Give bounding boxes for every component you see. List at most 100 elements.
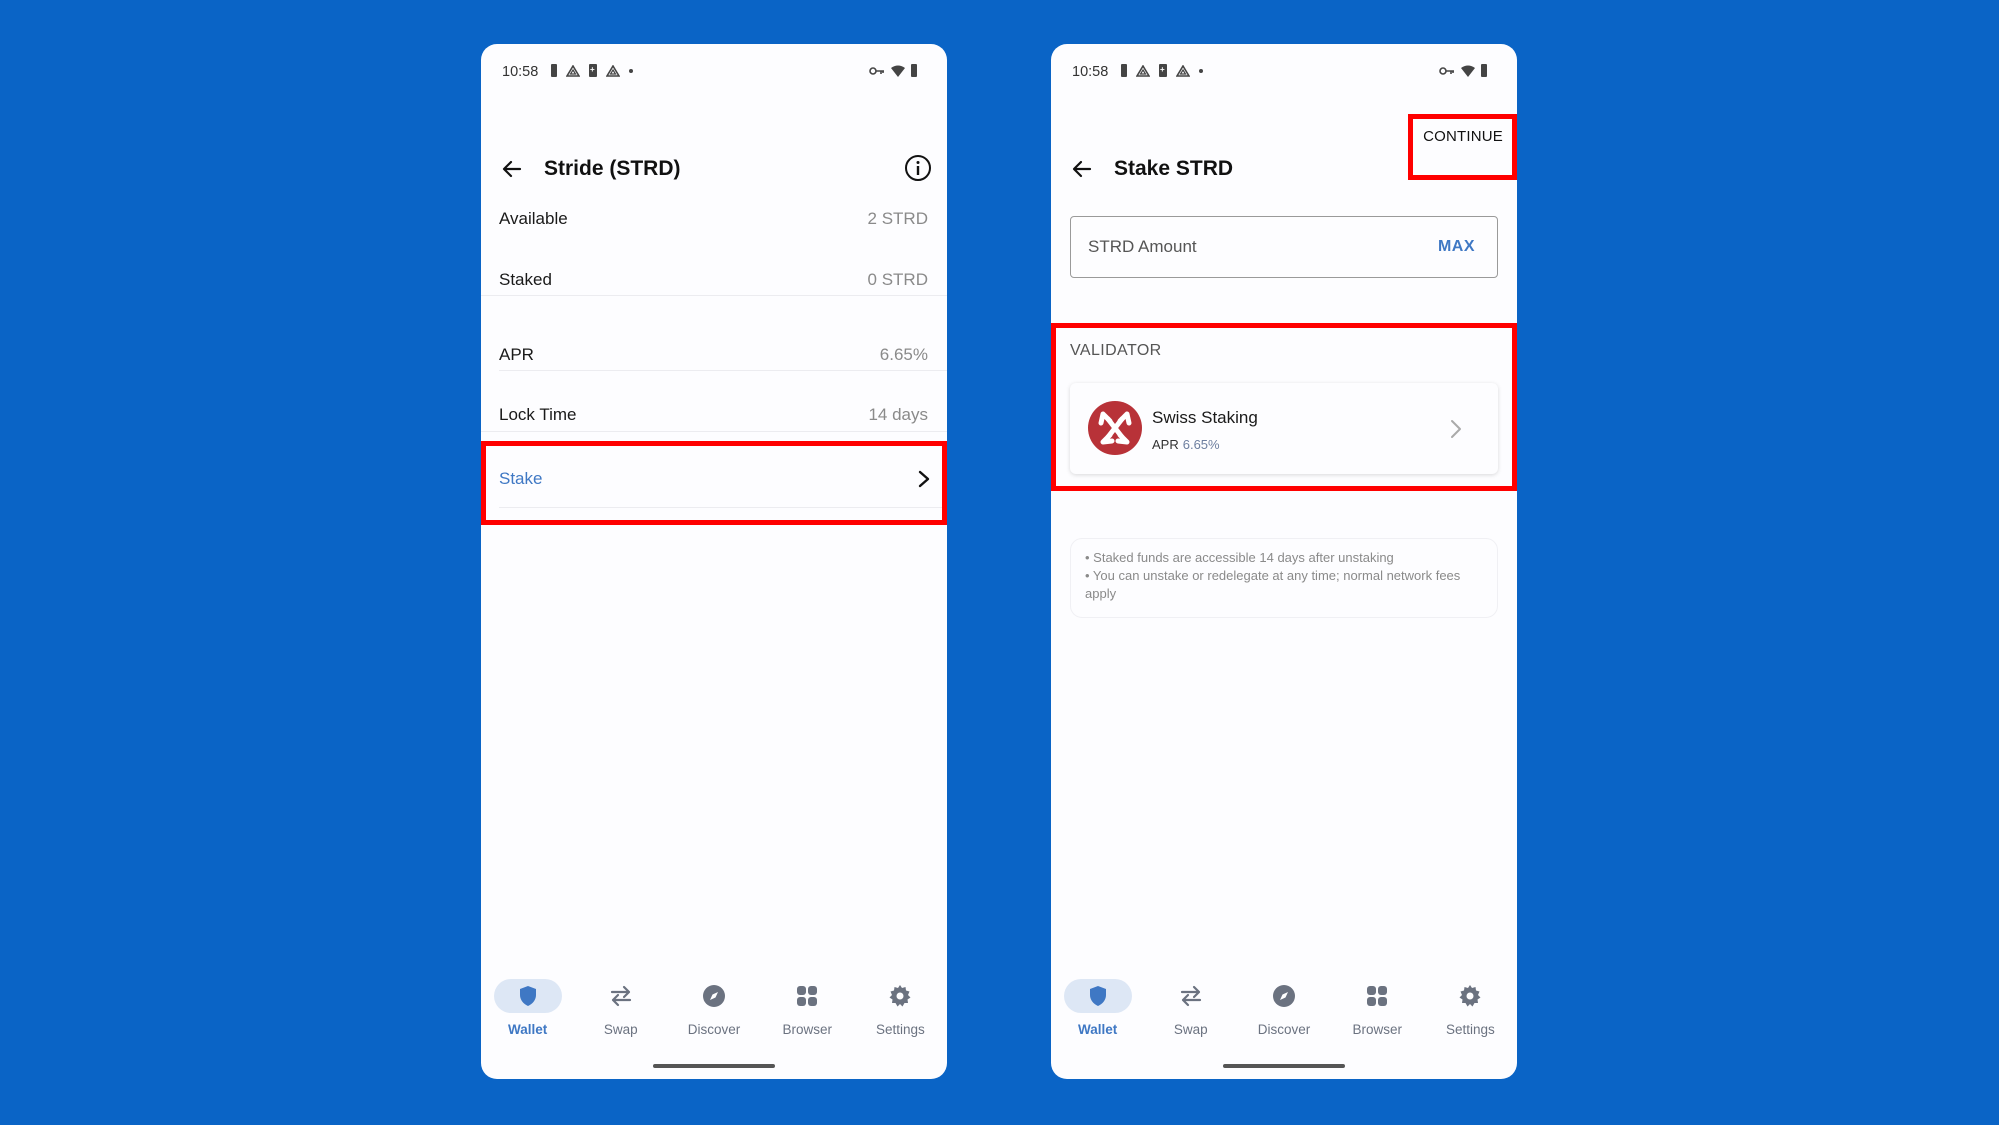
nav-item-swap[interactable]: Swap [574, 979, 667, 1049]
divider [481, 431, 947, 432]
nav-icon-pill [493, 979, 562, 1013]
status-icons-right [869, 64, 917, 77]
status-time: 10:58 [1072, 64, 1109, 80]
drive-icon [1176, 64, 1190, 77]
note-item: • Staked funds are accessible 14 days af… [1085, 550, 1394, 565]
staking-notes: • Staked funds are accessible 14 days af… [1070, 538, 1498, 618]
swap-arrows-icon [610, 985, 631, 1007]
nav-icon-pill [587, 979, 655, 1013]
chevron-right-icon [918, 470, 930, 488]
notification-dot-icon [629, 68, 633, 73]
battery-icon [551, 64, 557, 77]
back-arrow-icon[interactable] [1070, 157, 1094, 181]
page-title: Stride (STRD) [544, 157, 681, 180]
battery-icon [911, 64, 917, 77]
nav-item-browser[interactable]: Browser [1331, 979, 1424, 1049]
battery-icon [1481, 64, 1487, 77]
row-value: 0 STRD [867, 270, 928, 289]
amount-input[interactable]: STRD Amount MAX [1070, 216, 1498, 278]
shield-icon [1089, 986, 1106, 1006]
divider [499, 507, 947, 508]
gear-icon [1459, 985, 1481, 1007]
validator-apr: APR 6.65% [1152, 437, 1220, 452]
header: Stake STRD [1051, 149, 1517, 189]
nav-icon-pill [1063, 979, 1132, 1013]
nav-label: Swap [1173, 1022, 1208, 1037]
page-title: Stake STRD [1114, 157, 1234, 180]
battery-icon [1121, 64, 1127, 77]
nav-icon-pill [773, 979, 841, 1013]
amount-placeholder: STRD Amount [1088, 237, 1197, 256]
divider [499, 370, 947, 371]
nav-icon-pill [680, 979, 748, 1013]
row-staked: Staked 0 STRD [481, 251, 947, 309]
validator-apr-label: APR [1152, 437, 1179, 452]
wifi-icon [1461, 65, 1475, 77]
info-icon[interactable] [904, 154, 932, 182]
wifi-icon [891, 65, 905, 77]
row-label: Available [499, 209, 568, 228]
nav-label: Wallet [1077, 1022, 1118, 1037]
divider [481, 295, 947, 296]
row-lock-time: Lock Time 14 days [481, 386, 947, 444]
drive-icon [606, 64, 620, 77]
nav-label: Browser [1352, 1022, 1402, 1037]
phone-screen-stake: 10:58 Stake STRD CONTINUE STRD Amount MA… [1051, 44, 1517, 1079]
nav-label: Settings [1446, 1022, 1495, 1037]
nav-label: Discover [687, 1022, 741, 1037]
row-label: Staked [499, 270, 552, 289]
nav-label: Browser [782, 1022, 832, 1037]
bottom-nav: Wallet Swap Discover Browser Settings [481, 979, 947, 1049]
stake-label: Stake [499, 469, 543, 488]
row-available: Available 2 STRD [481, 190, 947, 248]
nav-icon-pill [1250, 979, 1318, 1013]
row-value: 2 STRD [867, 209, 928, 228]
row-apr: APR 6.65% [481, 326, 947, 384]
nav-label: Swap [603, 1022, 638, 1037]
notification-dot-icon [1199, 68, 1203, 73]
swap-arrows-icon [1180, 985, 1201, 1007]
home-indicator[interactable] [1223, 1064, 1345, 1068]
row-value: 6.65% [879, 345, 928, 364]
chevron-right-icon [1451, 420, 1461, 438]
validator-name: Swiss Staking [1152, 408, 1258, 427]
vpn-key-icon [1439, 66, 1454, 75]
stake-button[interactable]: Stake [481, 444, 947, 514]
drive-icon [566, 64, 580, 77]
status-bar: 10:58 [481, 44, 947, 84]
validator-section-label: VALIDATOR [1070, 342, 1162, 359]
grid-icon [797, 986, 818, 1006]
nav-icon-pill [1343, 979, 1411, 1013]
note-item: • You can unstake or redelegate at any t… [1085, 568, 1461, 601]
gear-icon [889, 985, 911, 1007]
compass-icon [703, 985, 725, 1007]
validator-apr-value: 6.65% [1182, 437, 1220, 452]
nav-item-wallet[interactable]: Wallet [481, 979, 574, 1049]
vpn-key-icon [869, 66, 884, 75]
validator-card[interactable]: Swiss Staking APR 6.65% [1070, 383, 1498, 474]
nav-icon-pill [1436, 979, 1504, 1013]
nav-item-discover[interactable]: Discover [1237, 979, 1330, 1049]
nav-item-settings[interactable]: Settings [854, 979, 947, 1049]
max-button[interactable]: MAX [1438, 238, 1475, 256]
row-label: Lock Time [499, 405, 577, 424]
back-arrow-icon[interactable] [500, 157, 524, 181]
nav-item-settings[interactable]: Settings [1424, 979, 1517, 1049]
nav-item-discover[interactable]: Discover [667, 979, 760, 1049]
continue-button[interactable]: CONTINUE [1423, 128, 1503, 145]
phone-screen-token-details: 10:58 Stride (STRD) Available 2 STRD Sta… [481, 44, 947, 1079]
battery-charging-icon [1159, 64, 1167, 77]
nav-icon-pill [866, 979, 934, 1013]
nav-item-browser[interactable]: Browser [761, 979, 854, 1049]
row-value: 14 days [868, 405, 928, 424]
nav-item-wallet[interactable]: Wallet [1051, 979, 1144, 1049]
nav-item-swap[interactable]: Swap [1144, 979, 1237, 1049]
shield-icon [519, 986, 536, 1006]
nav-icon-pill [1157, 979, 1225, 1013]
grid-icon [1367, 986, 1388, 1006]
status-icons-left [1121, 64, 1203, 77]
nav-label: Settings [876, 1022, 925, 1037]
bottom-nav: Wallet Swap Discover Browser Settings [1051, 979, 1517, 1049]
status-icons-right [1439, 64, 1487, 77]
home-indicator[interactable] [653, 1064, 775, 1068]
